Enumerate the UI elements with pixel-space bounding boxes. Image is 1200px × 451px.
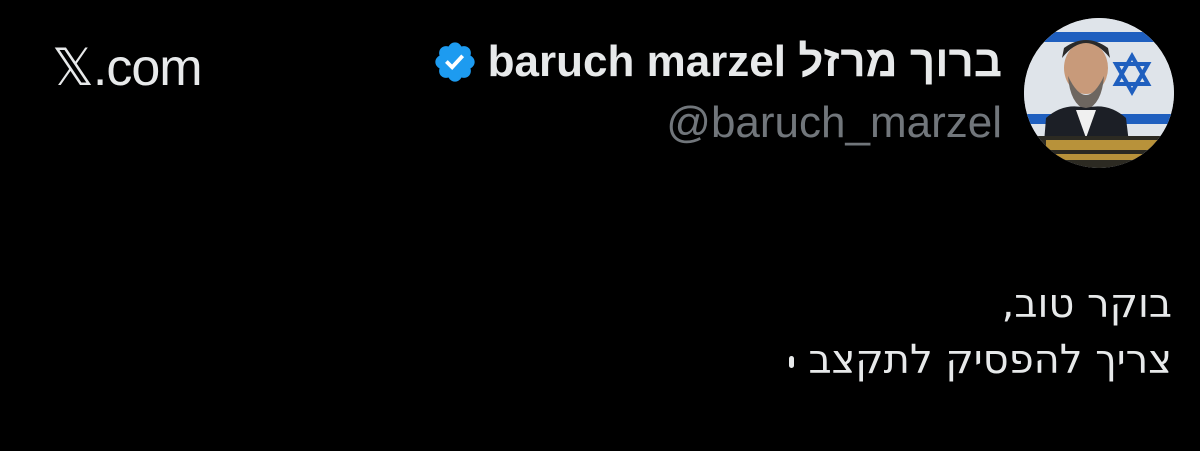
author-name-row: baruch marzel ברוך מרזל (432, 32, 1002, 92)
x-logo-icon: 𝕏 (52, 39, 94, 97)
text-cursor-icon (789, 356, 795, 368)
avatar-photo (1024, 18, 1174, 168)
verified-badge-icon (435, 42, 475, 82)
site-logo: 𝕏.com (52, 38, 203, 98)
author-display-name[interactable]: baruch marzel ברוך מרזל (488, 32, 1002, 92)
tweet-text: בוקר טוב, צריך להפסיק לתקצב (789, 276, 1172, 388)
tweet-author-header: baruch marzel ברוך מרזל @baruch_marzel (432, 32, 1002, 148)
author-handle[interactable]: @baruch_marzel (666, 98, 1002, 148)
tweet-line-1: בוקר טוב, (1001, 281, 1172, 327)
site-domain: .com (92, 39, 203, 97)
author-avatar[interactable] (1024, 18, 1174, 168)
tweet-line-2-text: צריך להפסיק לתקצב (808, 337, 1172, 383)
tweet-line-2: צריך להפסיק לתקצב (789, 332, 1172, 388)
